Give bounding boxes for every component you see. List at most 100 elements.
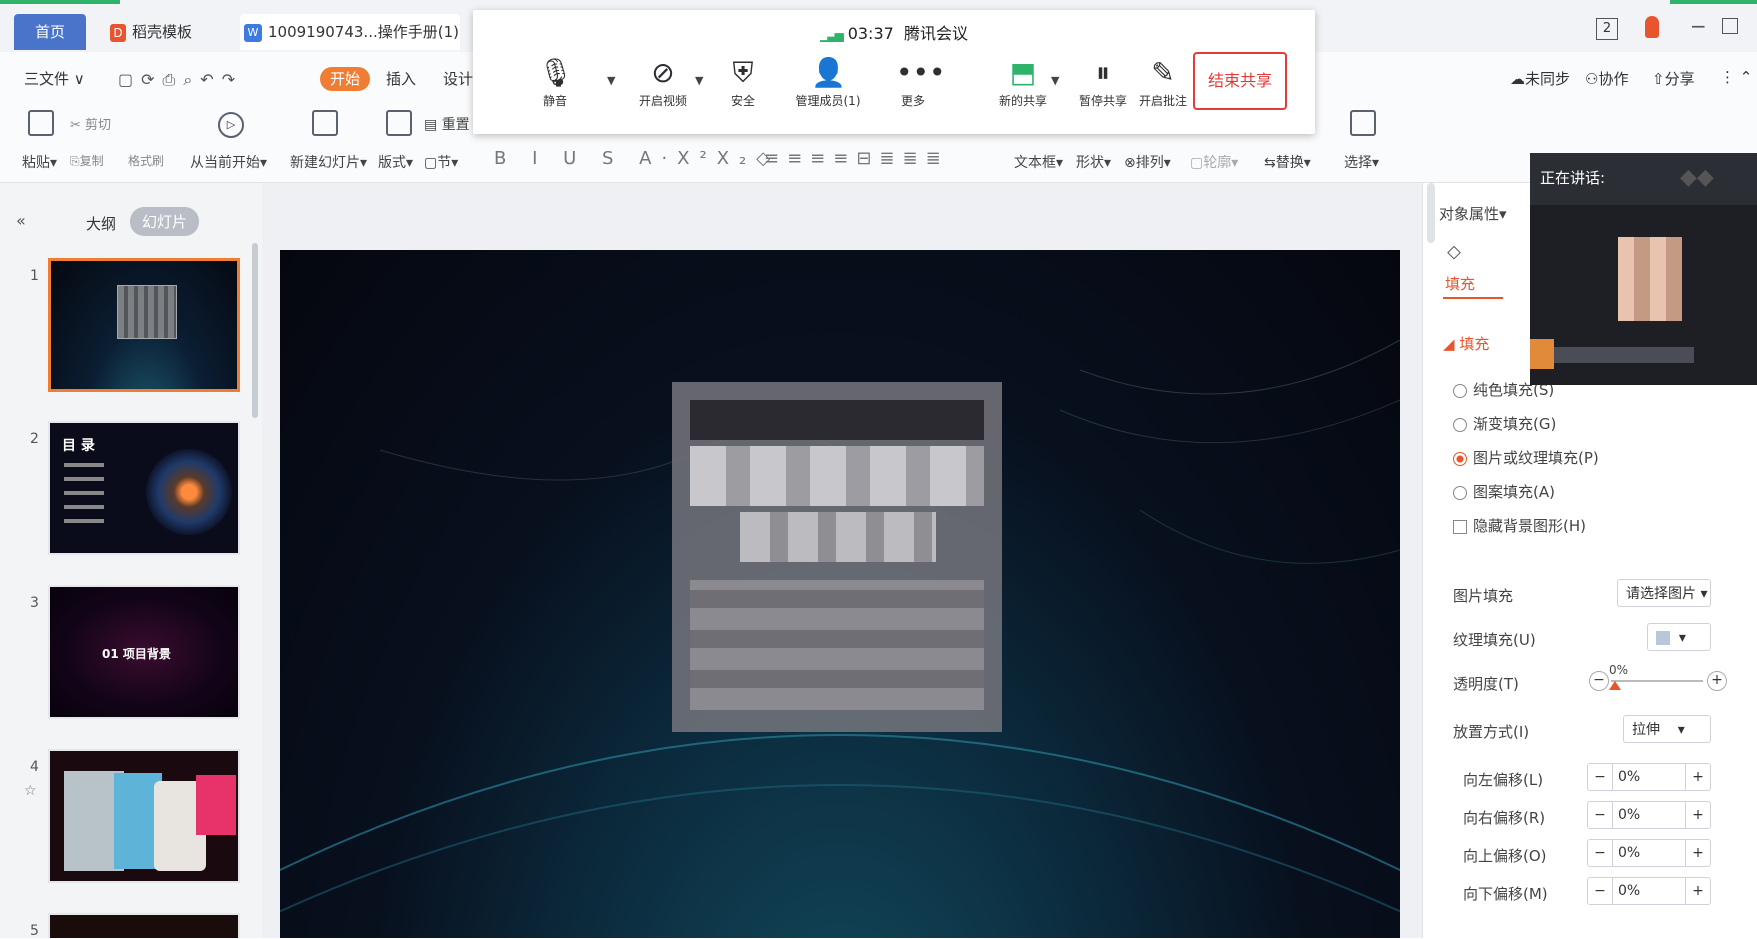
font-format-icons[interactable]: B I U S A·X²X₂◇ xyxy=(494,148,780,169)
offset-up-stepper[interactable]: −0% + xyxy=(1587,839,1711,867)
decrement-icon[interactable]: − xyxy=(1588,764,1613,790)
share-button[interactable]: ⇧分享 xyxy=(1652,68,1695,89)
tab-daoke[interactable]: D 稻壳模板 xyxy=(100,14,220,50)
mute-dropdown-icon[interactable]: ▼ xyxy=(607,74,615,87)
current-slide[interactable] xyxy=(280,250,1400,938)
tab-document[interactable]: W1009190743...操作手册(1)(1) xyxy=(240,14,460,77)
pattern-fill-radio[interactable]: 图案填充(A) xyxy=(1453,481,1555,502)
share-dropdown-icon[interactable]: ▼ xyxy=(1051,74,1059,87)
window-count-badge[interactable]: 2 xyxy=(1596,18,1618,40)
sync-status[interactable]: ☁未同步 xyxy=(1510,68,1570,89)
transparency-slider[interactable] xyxy=(1611,680,1703,682)
replace-button[interactable]: ⇆替换▾ xyxy=(1264,152,1311,172)
transparency-increase-button[interactable]: + xyxy=(1707,671,1727,691)
slide-thumbnail-2[interactable]: 目 录 xyxy=(48,421,240,555)
offset-down-stepper[interactable]: −0% + xyxy=(1587,877,1711,905)
from-start-button[interactable]: 从当前开始▾ xyxy=(190,152,267,172)
placement-select[interactable]: 拉伸 ▾ xyxy=(1623,715,1711,743)
texture-fill-label: 纹理填充(U) xyxy=(1453,631,1536,649)
transparency-slider-handle[interactable] xyxy=(1609,681,1621,690)
offset-down-label: 向下偏移(M) xyxy=(1463,885,1548,903)
layout-button[interactable]: 版式▾ xyxy=(378,152,413,172)
new-share-label: 新的共享 xyxy=(998,94,1047,108)
members-button[interactable]: 👤 管理成员(1) xyxy=(788,54,868,109)
hide-background-checkbox[interactable]: 隐藏背景图形(H) xyxy=(1453,515,1586,536)
offset-left-stepper[interactable]: −0% + xyxy=(1587,763,1711,791)
new-slide-button[interactable]: 新建幻灯片▾ xyxy=(290,152,367,172)
meeting-logo-icon: ◆◆ xyxy=(1680,165,1714,190)
shape-button[interactable]: 形状▾ xyxy=(1076,152,1111,172)
restore-icon[interactable] xyxy=(1722,18,1738,34)
outline-button[interactable]: ▢轮廓▾ xyxy=(1190,152,1238,172)
decrement-icon[interactable]: − xyxy=(1588,802,1613,828)
active-speaker-window[interactable]: 正在讲话: ◆◆ xyxy=(1530,153,1757,385)
slide-thumbnail-5[interactable] xyxy=(48,913,240,938)
slide-number: 3 xyxy=(30,595,39,611)
slides-panel: « 大纲 幻灯片 1 2 目 录 3 01 项目背景 4 ☆ 5 xyxy=(0,183,263,939)
minimize-icon[interactable]: − xyxy=(1690,14,1707,38)
more-button[interactable]: ••• 更多 xyxy=(873,54,953,109)
user-avatar-icon[interactable] xyxy=(1645,16,1659,38)
annotate-button[interactable]: ✎ 开启批注 xyxy=(1123,54,1203,109)
slide-thumbnail-1[interactable] xyxy=(48,258,240,392)
slide-title-pixel xyxy=(740,512,936,562)
offset-right-stepper[interactable]: −0% + xyxy=(1587,801,1711,829)
section-button[interactable]: ▢节▾ xyxy=(424,152,458,172)
format-painter-button[interactable]: 格式刷 xyxy=(128,152,164,169)
play-icon[interactable]: ▷ xyxy=(218,112,244,138)
collapse-panel-icon[interactable]: « xyxy=(16,211,26,230)
quick-access-icons[interactable]: ▢⟳⎙⌕↶↷ xyxy=(118,70,243,90)
slide-subtitle-pixel xyxy=(690,580,984,710)
end-share-button[interactable]: 结束共享 xyxy=(1193,52,1287,110)
decrement-icon[interactable]: − xyxy=(1588,840,1613,866)
gradient-fill-radio[interactable]: 渐变填充(G) xyxy=(1453,413,1556,434)
increment-icon[interactable]: + xyxy=(1685,802,1710,828)
slide-thumbnail-3[interactable]: 01 项目背景 xyxy=(48,585,240,719)
select-button[interactable]: 选择▾ xyxy=(1344,152,1379,172)
menu-design[interactable]: 设计 xyxy=(443,68,473,89)
slides-scrollbar[interactable] xyxy=(252,243,258,418)
tab-outline[interactable]: 大纲 xyxy=(86,213,116,234)
textbox-button[interactable]: 文本框▾ xyxy=(1014,152,1063,172)
cut-button[interactable]: ✂ 剪切 xyxy=(70,114,111,133)
tab-home[interactable]: 首页 xyxy=(14,14,86,50)
security-button[interactable]: ⛨ 安全 xyxy=(703,54,783,109)
reset-button[interactable]: ▤ 重置 xyxy=(424,114,470,134)
video-button[interactable]: ⊘ 开启视频 xyxy=(623,54,703,109)
new-slide-icon[interactable] xyxy=(312,110,338,136)
animation-star-icon: ☆ xyxy=(24,783,37,799)
select-icon[interactable] xyxy=(1350,110,1376,136)
texture-fill-select[interactable]: ▾ xyxy=(1647,623,1711,651)
menu-start[interactable]: 开始 xyxy=(320,67,371,91)
collab-button[interactable]: ⚇协作 xyxy=(1585,68,1628,89)
paste-button[interactable]: 粘贴▾ xyxy=(22,152,57,172)
more-label: 更多 xyxy=(900,94,925,108)
paste-icon[interactable] xyxy=(28,110,54,136)
more-options-icon[interactable]: ⋮ ⌃ xyxy=(1720,68,1752,86)
fill-tab[interactable]: 填充 xyxy=(1445,273,1475,294)
picture-fill-select[interactable]: 请选择图片 ▾ xyxy=(1617,579,1711,607)
slide-title-pixel xyxy=(690,446,984,506)
decrement-icon[interactable]: − xyxy=(1588,878,1613,904)
picture-fill-radio[interactable]: 图片或纹理填充(P) xyxy=(1453,447,1599,468)
section-label: 节 xyxy=(437,155,452,171)
annotate-label: 开启批注 xyxy=(1138,94,1187,108)
radio-icon xyxy=(1453,485,1467,500)
increment-icon[interactable]: + xyxy=(1685,840,1710,866)
tab-slides[interactable]: 幻灯片 xyxy=(130,207,200,236)
fill-bucket-icon[interactable]: ⬦ xyxy=(1447,239,1461,263)
mute-button[interactable]: 🎙 静音 xyxy=(515,54,595,109)
menu-file[interactable]: 三文件 ∨ xyxy=(24,68,85,89)
increment-icon[interactable]: + xyxy=(1685,878,1710,904)
layout-icon[interactable] xyxy=(386,110,412,136)
arrange-button[interactable]: ⊗排列▾ xyxy=(1124,152,1171,172)
transparency-decrease-button[interactable]: − xyxy=(1589,671,1609,691)
speaker-avatar-blurred xyxy=(1618,237,1682,321)
props-scrollbar[interactable] xyxy=(1427,183,1435,243)
paragraph-align-icons[interactable]: ≡≡≡≡⊟≣≣≣ xyxy=(764,148,949,169)
fill-section-header[interactable]: ◢ 填充 xyxy=(1443,333,1489,354)
copy-button[interactable]: ⎘复制 xyxy=(70,152,104,169)
slide-thumbnail-4[interactable] xyxy=(48,749,240,883)
menu-insert[interactable]: 插入 xyxy=(386,68,416,89)
increment-icon[interactable]: + xyxy=(1685,764,1710,790)
